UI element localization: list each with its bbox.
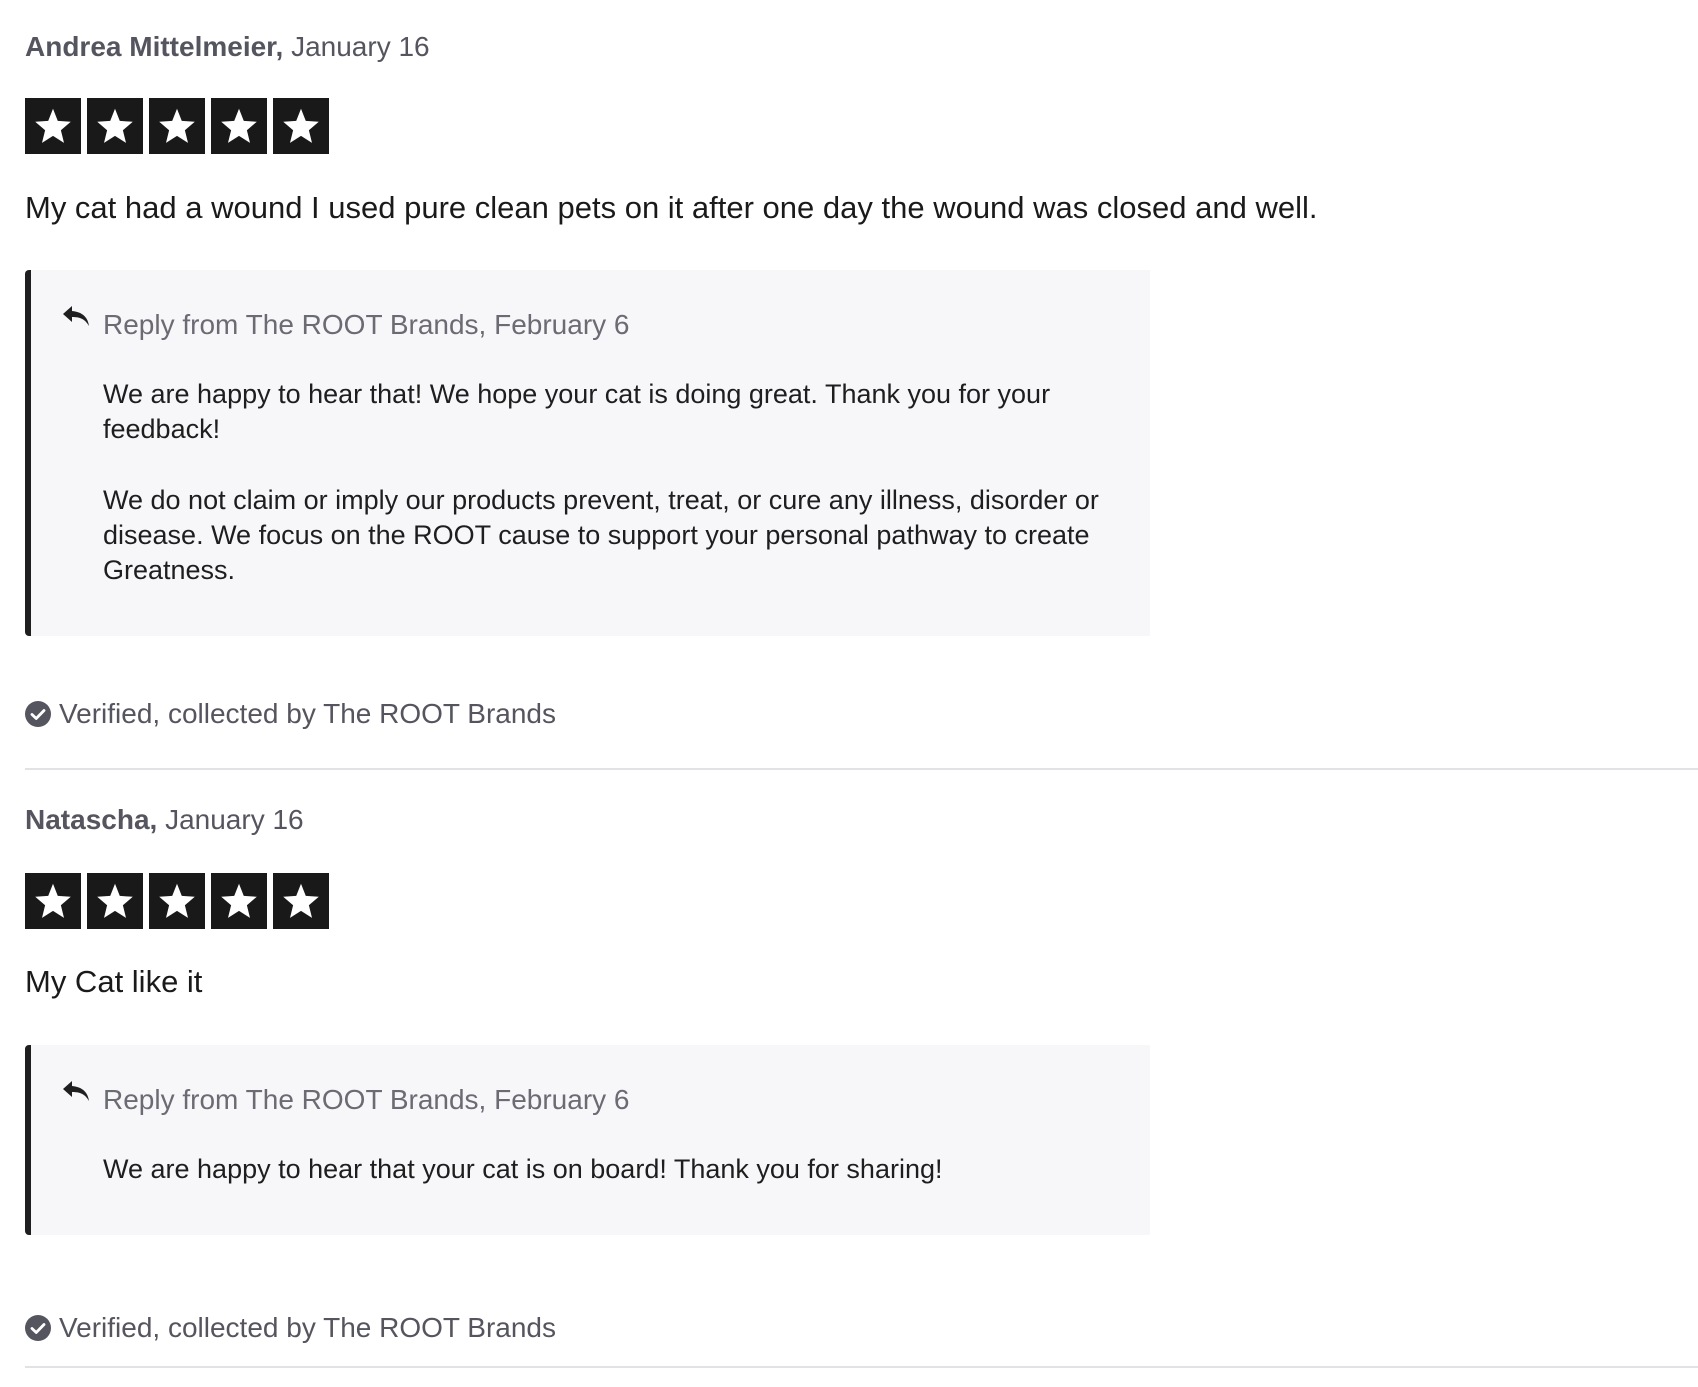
reply-date: February 6 xyxy=(486,309,630,340)
reviewer-name[interactable]: Natascha, xyxy=(25,804,157,835)
review-divider xyxy=(25,768,1698,770)
star-icon xyxy=(25,98,81,154)
review-header: Natascha, January 16 xyxy=(25,803,304,837)
reply-prefix: Reply from xyxy=(103,1084,246,1115)
company-reply: Reply from The ROOT Brands, February 6 W… xyxy=(25,1045,1150,1235)
reply-arrow-icon xyxy=(63,306,89,326)
reply-date: February 6 xyxy=(486,1084,630,1115)
star-icon xyxy=(87,873,143,929)
reply-company[interactable]: The ROOT Brands, xyxy=(246,1084,487,1115)
star-icon xyxy=(149,98,205,154)
verified-text: Verified, collected by The ROOT Brands xyxy=(59,698,556,729)
star-icon xyxy=(25,873,81,929)
star-icon xyxy=(273,873,329,929)
star-icon xyxy=(211,873,267,929)
reply-paragraph: We do not claim or imply our products pr… xyxy=(103,485,1099,585)
star-icon xyxy=(211,98,267,154)
reply-header: Reply from The ROOT Brands, February 6 xyxy=(103,308,630,342)
star-icon xyxy=(273,98,329,154)
review-card: Natascha, January 16 My Cat like it Repl… xyxy=(0,775,1698,1387)
star-icon xyxy=(87,98,143,154)
reply-company[interactable]: The ROOT Brands, xyxy=(246,309,487,340)
checkmark-circle-icon xyxy=(25,701,51,727)
company-reply: Reply from The ROOT Brands, February 6 W… xyxy=(25,270,1150,636)
reviewer-name[interactable]: Andrea Mittelmeier, xyxy=(25,31,283,62)
review-text: My cat had a wound I used pure clean pet… xyxy=(25,190,1318,225)
review-divider xyxy=(25,1366,1698,1368)
review-text: My Cat like it xyxy=(25,964,203,999)
reply-header: Reply from The ROOT Brands, February 6 xyxy=(103,1083,630,1117)
reply-arrow-icon xyxy=(63,1081,89,1101)
review-card: Andrea Mittelmeier, January 16 My cat ha… xyxy=(0,0,1698,775)
star-icon xyxy=(149,873,205,929)
review-header: Andrea Mittelmeier, January 16 xyxy=(25,30,430,64)
checkmark-circle-icon xyxy=(25,1315,51,1341)
reply-paragraph: We are happy to hear that! We hope your … xyxy=(103,379,1051,444)
review-date: January 16 xyxy=(157,804,304,835)
verified-badge[interactable]: Verified, collected by The ROOT Brands xyxy=(25,1312,556,1344)
star-rating xyxy=(25,98,329,154)
verified-text: Verified, collected by The ROOT Brands xyxy=(59,1312,556,1343)
review-date: January 16 xyxy=(283,31,430,62)
reply-paragraph: We are happy to hear that your cat is on… xyxy=(103,1154,943,1184)
reply-prefix: Reply from xyxy=(103,309,246,340)
verified-badge[interactable]: Verified, collected by The ROOT Brands xyxy=(25,698,556,730)
star-rating xyxy=(25,873,329,929)
